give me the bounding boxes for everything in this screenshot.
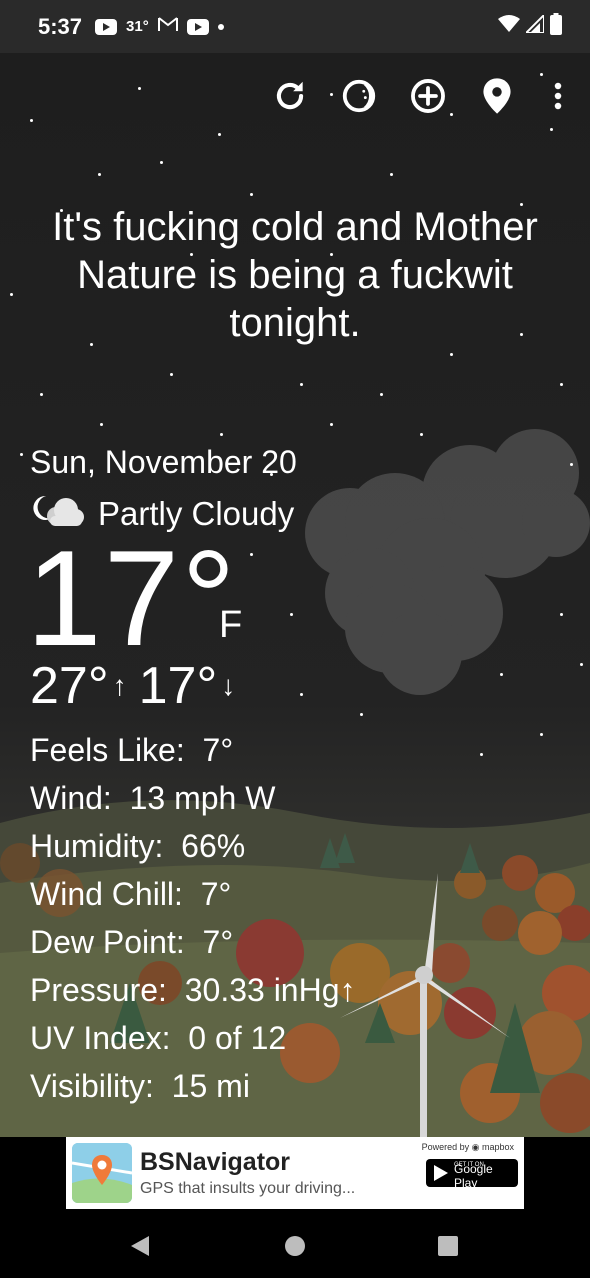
detail-value: 15 mi <box>171 1068 250 1104</box>
low-temperature: 17° <box>138 657 218 715</box>
detail-label: Humidity: <box>30 828 164 864</box>
toolbar <box>0 73 590 123</box>
cloud-shape <box>305 429 590 695</box>
arrow-down-icon: ↓ <box>221 670 236 701</box>
detail-value: 30.33 inHg↑ <box>184 972 356 1008</box>
ad-banner[interactable]: BSNavigator GPS that insults your drivin… <box>66 1137 524 1209</box>
detail-label: UV Index: <box>30 1020 171 1056</box>
detail-value: 7° <box>202 924 234 960</box>
back-button[interactable] <box>125 1231 155 1261</box>
weather-headline: It's fucking cold and Mother Nature is b… <box>52 205 538 345</box>
detail-label: Visibility: <box>30 1068 154 1104</box>
detail-row-wind-chill: Wind Chill: 7° <box>30 870 356 918</box>
add-location-icon <box>411 79 445 113</box>
current-temperature: 17° <box>26 522 238 674</box>
detail-row-wind: Wind: 13 mph W <box>30 774 356 822</box>
add-location-button[interactable] <box>405 73 451 119</box>
refresh-icon <box>276 81 304 110</box>
dot-icon <box>217 23 224 30</box>
more-vert-icon <box>554 82 562 110</box>
detail-row-visibility: Visibility: 15 mi <box>30 1062 356 1110</box>
detail-label: Feels Like: <box>30 732 185 768</box>
theme-icon <box>342 79 376 113</box>
detail-value: 7° <box>202 732 234 768</box>
temperature-unit: F <box>219 604 243 646</box>
refresh-button[interactable] <box>267 73 313 119</box>
home-icon <box>285 1236 305 1256</box>
youtube-icon <box>186 18 209 35</box>
status-bar: 5:37 31° <box>0 0 590 53</box>
google-play-button[interactable]: GET IT ON Google Play <box>426 1159 518 1190</box>
detail-value: 13 mph W <box>129 780 276 816</box>
app-map-icon <box>72 1143 132 1203</box>
back-icon <box>131 1236 149 1256</box>
location-button[interactable] <box>474 73 520 119</box>
ad-subtitle: GPS that insults your driving... <box>140 1180 356 1197</box>
gmail-icon <box>157 16 178 37</box>
detail-value: 0 of 12 <box>188 1020 287 1056</box>
more-options-button[interactable] <box>535 73 581 119</box>
navigation-bar <box>0 1209 590 1278</box>
status-time: 5:37 <box>38 13 83 39</box>
google-play-icon <box>434 1165 448 1181</box>
detail-label: Pressure: <box>30 972 167 1008</box>
detail-row-humidity: Humidity: 66% <box>30 822 356 870</box>
youtube-icon <box>95 18 118 35</box>
weather-date: Sun, November 20 <box>30 444 297 480</box>
arrow-up-icon: ↑ <box>112 670 127 701</box>
detail-row-uv-index: UV Index: 0 of 12 <box>30 1014 356 1062</box>
battery-icon <box>550 13 562 40</box>
home-button[interactable] <box>280 1231 310 1261</box>
high-temperature: 27° <box>30 657 109 715</box>
detail-row-pressure: Pressure: 30.33 inHg↑ <box>30 966 356 1014</box>
detail-row-dew-point: Dew Point: 7° <box>30 918 356 966</box>
google-play-small-label: GET IT ON <box>454 1162 484 1168</box>
detail-value: 66% <box>181 828 246 864</box>
weather-scene: It's fucking cold and Mother Nature is b… <box>0 53 590 1137</box>
high-low-temperature: 27° ↑ 17° ↓ <box>30 656 247 716</box>
recents-icon <box>438 1236 458 1256</box>
status-temperature: 31° <box>126 18 149 35</box>
location-pin-icon <box>483 78 511 114</box>
recents-button[interactable] <box>433 1231 463 1261</box>
theme-button[interactable] <box>336 73 382 119</box>
signal-icon <box>523 12 545 38</box>
detail-value: 7° <box>200 876 232 912</box>
powered-by-mapbox: Powered by ◉ mapbox <box>421 1142 514 1152</box>
detail-label: Dew Point: <box>30 924 185 960</box>
detail-label: Wind Chill: <box>30 876 183 912</box>
detail-label: Wind: <box>30 780 112 816</box>
ad-title: BSNavigator <box>140 1148 291 1176</box>
wifi-icon <box>498 15 520 38</box>
weather-details: Feels Like: 7° Wind: 13 mph W Humidity: … <box>30 726 356 1110</box>
detail-row-feels-like: Feels Like: 7° <box>30 726 356 774</box>
